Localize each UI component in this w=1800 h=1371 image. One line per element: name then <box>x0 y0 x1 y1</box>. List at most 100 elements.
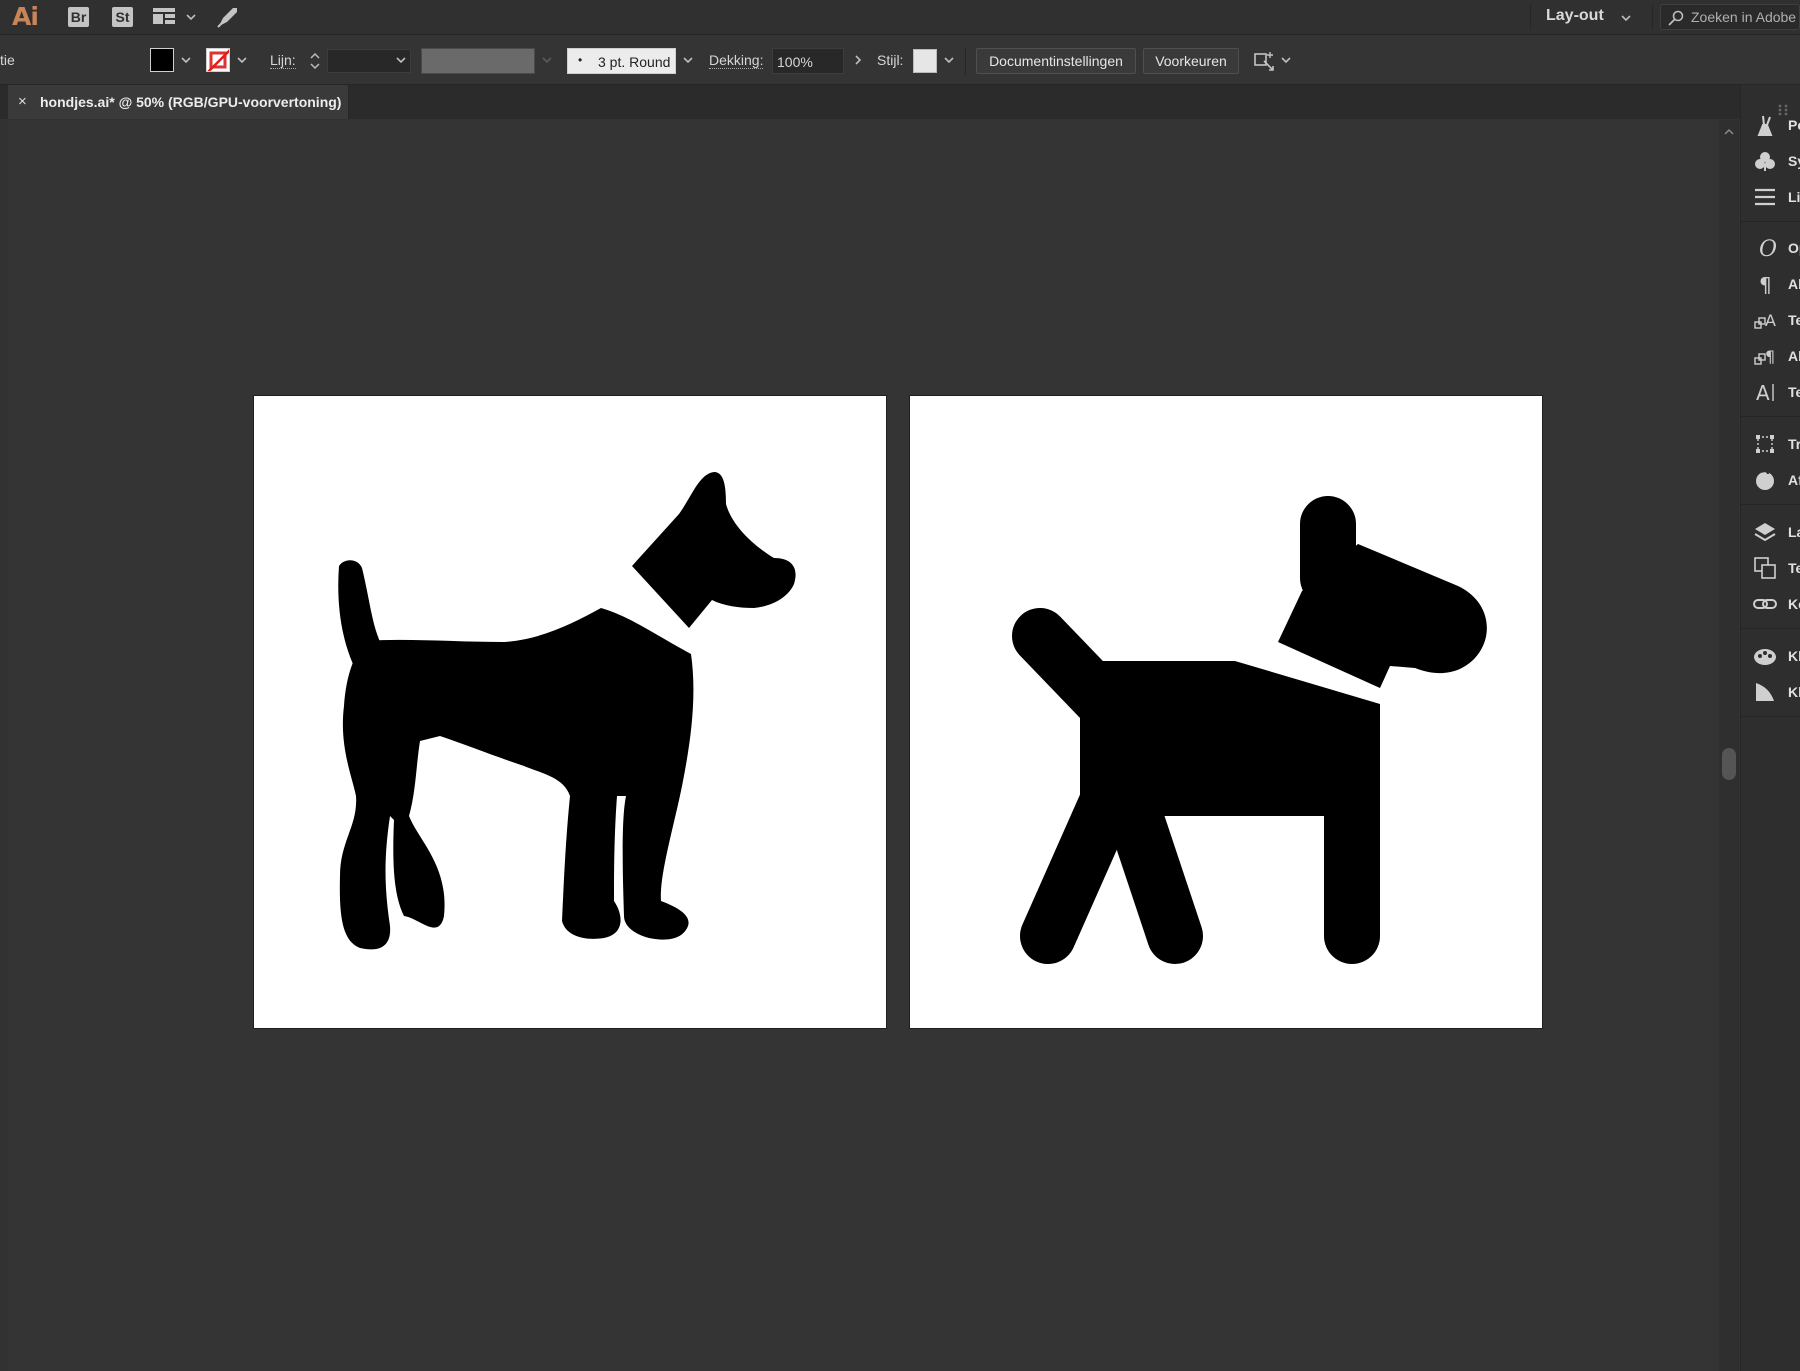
symbols-icon <box>1755 152 1775 171</box>
transform-icon <box>1756 435 1774 453</box>
gpu-performance-icon[interactable] <box>215 4 241 30</box>
character-icon: A <box>1756 381 1774 404</box>
arrange-documents-icon[interactable] <box>153 8 175 24</box>
chevron-up-icon[interactable] <box>1723 126 1735 138</box>
svg-text:O: O <box>1759 237 1777 260</box>
panel-label: Sy <box>1788 153 1800 169</box>
panel-artboards[interactable]: Te <box>1741 553 1800 583</box>
panel-label: Li <box>1788 189 1800 205</box>
links-icon <box>1753 599 1777 609</box>
search-icon <box>1668 10 1684 26</box>
panel-label: Al <box>1788 276 1800 292</box>
panel-label: Te <box>1788 384 1800 400</box>
artboard-1[interactable] <box>254 396 886 1028</box>
close-icon[interactable]: × <box>18 93 27 110</box>
stroke-color-swatch[interactable] <box>206 48 230 72</box>
panel-label: Op <box>1788 240 1800 256</box>
divider <box>1530 4 1531 30</box>
style-label: Stijl: <box>877 52 904 68</box>
stroke-label[interactable]: Lijn: <box>270 52 296 69</box>
document-tab[interactable]: × hondjes.ai* @ 50% (RGB/GPU-voorvertoni… <box>8 85 349 119</box>
appearance-icon <box>1756 470 1774 490</box>
paragraph-icon: ¶ <box>1759 273 1772 296</box>
panel-opentype[interactable]: O Op <box>1741 233 1800 263</box>
divider <box>1741 416 1800 417</box>
canvas[interactable] <box>8 120 1728 1371</box>
bridge-button[interactable]: Br <box>68 7 89 27</box>
divider <box>1741 221 1800 222</box>
brush-label: 3 pt. Round <box>598 54 671 70</box>
search-box[interactable] <box>1660 4 1800 30</box>
panel-color-guide[interactable]: Kl <box>1741 641 1800 671</box>
panel-character[interactable]: A Te <box>1741 377 1800 407</box>
svg-text:A: A <box>1765 311 1776 330</box>
scrollbar-thumb[interactable] <box>1722 748 1736 780</box>
chevron-down-icon[interactable] <box>1620 12 1632 24</box>
brush-dot-icon: • <box>578 53 583 67</box>
panel-appearance[interactable]: Af <box>1741 465 1800 495</box>
walking-dog-silhouette[interactable] <box>910 396 1542 1028</box>
fill-color-swatch[interactable] <box>150 48 174 72</box>
chevron-down-icon[interactable] <box>943 54 955 66</box>
graphic-style-swatch[interactable] <box>913 49 937 73</box>
panel-label: Te <box>1788 560 1800 576</box>
workspace-switcher[interactable]: Lay-out <box>1546 7 1604 25</box>
divider <box>1652 4 1653 30</box>
chevron-down-icon[interactable] <box>236 54 248 66</box>
chevron-down-icon[interactable] <box>180 54 192 66</box>
panel-links[interactable]: Ko <box>1741 589 1800 619</box>
artboard-2[interactable] <box>910 396 1542 1028</box>
opacity-label[interactable]: Dekking: <box>709 52 764 69</box>
divider <box>965 47 966 75</box>
panel-gradient[interactable]: Kl <box>1741 677 1800 707</box>
panel-brushes[interactable]: Pe <box>1741 110 1800 140</box>
stock-button[interactable]: St <box>112 7 133 27</box>
panel-label: Kl <box>1788 648 1800 664</box>
chevron-down-icon[interactable] <box>1280 54 1292 66</box>
panel-label: Al <box>1788 348 1800 364</box>
stroke-weight-stepper[interactable] <box>308 49 322 73</box>
search-input[interactable] <box>1691 7 1800 27</box>
preferences-button[interactable]: Voorkeuren <box>1143 48 1239 74</box>
chevron-down-icon[interactable] <box>395 54 407 66</box>
paragraph-styles-icon: ¶ <box>1754 347 1775 366</box>
svg-text:¶: ¶ <box>1765 347 1775 366</box>
chevron-down-icon[interactable] <box>682 54 694 66</box>
selection-label: tie <box>0 52 15 68</box>
panel-stroke[interactable]: Li <box>1741 182 1800 212</box>
application-bar: Ai Br St Lay-out <box>0 0 1800 35</box>
panel-layers[interactable]: La <box>1741 517 1800 547</box>
divider <box>1741 716 1800 717</box>
layers-icon <box>1754 523 1776 542</box>
variable-width-profile[interactable] <box>421 48 535 74</box>
panel-character-styles[interactable]: A Te <box>1741 305 1800 335</box>
panel-paragraph[interactable]: ¶ Al <box>1741 269 1800 299</box>
illustrator-logo: Ai <box>12 2 39 31</box>
character-styles-icon: A <box>1754 311 1776 330</box>
document-settings-button[interactable]: Documentinstellingen <box>976 48 1136 74</box>
panel-paragraph-styles[interactable]: ¶ Al <box>1741 341 1800 371</box>
vertical-scrollbar[interactable] <box>1719 120 1739 1371</box>
chevron-right-icon[interactable] <box>852 54 864 66</box>
panel-label: Te <box>1788 312 1800 328</box>
panel-label: La <box>1788 524 1800 540</box>
opacity-field[interactable]: 100% <box>772 48 844 74</box>
divider <box>1741 504 1800 505</box>
panel-dock: Pe Sy Li O Op ¶ Al A Te ¶ Al A Te Tr Af <box>1740 85 1800 1371</box>
chevron-down-icon[interactable] <box>541 54 553 66</box>
panel-transform[interactable]: Tr <box>1741 429 1800 459</box>
panel-symbols[interactable]: Sy <box>1741 146 1800 176</box>
panel-label: Kl <box>1788 684 1800 700</box>
document-title: hondjes.ai* @ 50% (RGB/GPU-voorvertoning… <box>40 94 342 110</box>
no-color-icon <box>207 49 229 71</box>
arrange-icon[interactable] <box>1252 49 1276 73</box>
document-tab-bar: × hondjes.ai* @ 50% (RGB/GPU-voorvertoni… <box>0 85 1740 119</box>
chevron-down-icon[interactable] <box>185 11 197 23</box>
artboards-icon <box>1754 557 1776 579</box>
opentype-icon: O <box>1759 237 1777 260</box>
panel-label: Pe <box>1788 117 1800 133</box>
opacity-value: 100% <box>777 54 813 70</box>
brush-definition[interactable]: • 3 pt. Round <box>567 48 676 74</box>
standing-dog-silhouette[interactable] <box>254 396 886 1028</box>
svg-text:¶: ¶ <box>1759 273 1772 296</box>
